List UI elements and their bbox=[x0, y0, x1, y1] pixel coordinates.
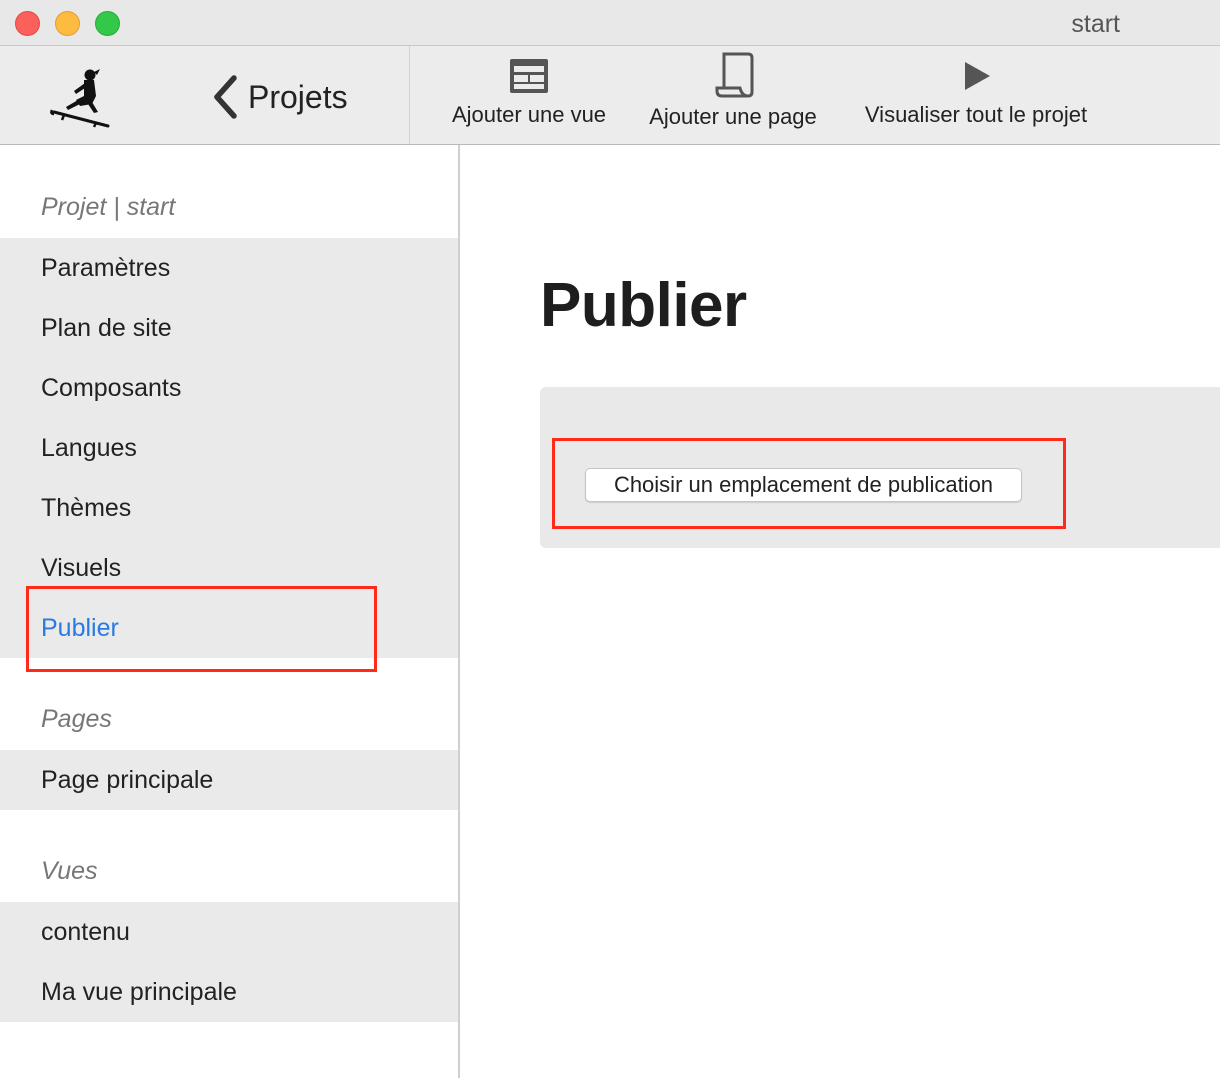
project-menu: Paramètres Plan de site Composants Langu… bbox=[0, 238, 458, 658]
page-scroll-icon bbox=[715, 52, 754, 98]
pages-section-header: Pages bbox=[41, 705, 112, 733]
sidebar-item-parametres[interactable]: Paramètres bbox=[0, 238, 458, 298]
window-title: start bbox=[1071, 10, 1120, 38]
view-layout-icon bbox=[510, 59, 548, 93]
sidebar-item-contenu[interactable]: contenu bbox=[0, 902, 458, 962]
choose-publish-location-button[interactable]: Choisir un emplacement de publication bbox=[585, 468, 1022, 502]
back-to-projects-button[interactable]: Projets bbox=[208, 74, 348, 120]
sidebar: Projet | start Paramètres Plan de site C… bbox=[0, 145, 460, 1078]
minimize-window-button[interactable] bbox=[55, 11, 80, 36]
toolbar: Projets Ajouter une vue Ajouter une page… bbox=[0, 46, 1220, 145]
add-view-button[interactable]: Ajouter une vue bbox=[440, 56, 618, 142]
add-page-label: Ajouter une page bbox=[649, 104, 817, 129]
sidebar-item-composants[interactable]: Composants bbox=[0, 358, 458, 418]
close-window-button[interactable] bbox=[15, 11, 40, 36]
sidebar-item-plan-de-site[interactable]: Plan de site bbox=[0, 298, 458, 358]
play-icon bbox=[965, 62, 990, 90]
sidebar-item-publier[interactable]: Publier bbox=[0, 598, 458, 658]
page-title: Publier bbox=[540, 271, 747, 340]
preview-project-label: Visualiser tout le projet bbox=[864, 102, 1088, 127]
back-button-label: Projets bbox=[248, 78, 348, 115]
window-titlebar: start bbox=[0, 0, 1220, 46]
add-view-label: Ajouter une vue bbox=[451, 102, 607, 127]
sidebar-item-page-principale[interactable]: Page principale bbox=[0, 750, 458, 810]
views-menu: contenu Ma vue principale bbox=[0, 902, 458, 1022]
sidebar-item-langues[interactable]: Langues bbox=[0, 418, 458, 478]
toolbar-divider bbox=[409, 46, 410, 144]
sidebar-item-themes[interactable]: Thèmes bbox=[0, 478, 458, 538]
sidebar-item-visuels[interactable]: Visuels bbox=[0, 538, 458, 598]
views-section-header: Vues bbox=[41, 857, 98, 885]
zoom-window-button[interactable] bbox=[95, 11, 120, 36]
pages-menu: Page principale bbox=[0, 750, 458, 810]
project-section-header: Projet | start bbox=[41, 193, 176, 221]
add-page-button[interactable]: Ajouter une page bbox=[638, 52, 828, 142]
chevron-left-icon bbox=[214, 75, 237, 119]
sledge-rider-icon bbox=[50, 69, 110, 128]
preview-project-button[interactable]: Visualiser tout le projet bbox=[850, 56, 1102, 142]
sidebar-item-ma-vue-principale[interactable]: Ma vue principale bbox=[0, 962, 458, 1022]
